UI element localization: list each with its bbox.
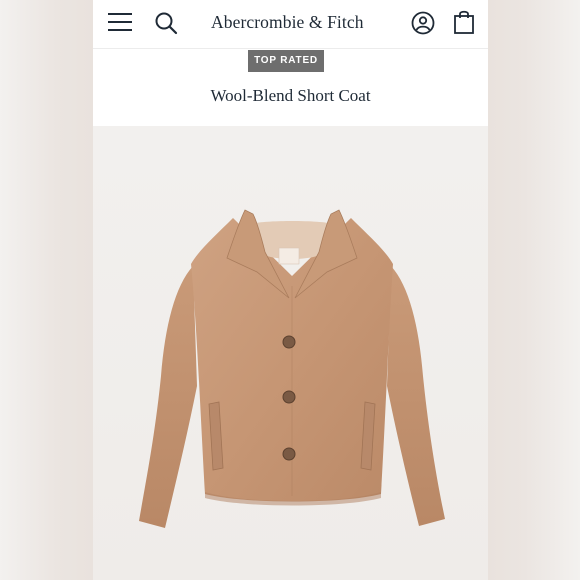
product-title: Wool-Blend Short Coat	[210, 86, 371, 105]
account-icon[interactable]	[411, 11, 435, 35]
search-icon[interactable]	[154, 11, 178, 35]
left-background	[0, 0, 93, 580]
top-rated-badge: TOP RATED	[248, 50, 324, 72]
brand-logo[interactable]: Abercrombie & Fitch	[211, 12, 391, 33]
menu-icon[interactable]	[108, 12, 132, 32]
shopping-bag-icon[interactable]	[453, 9, 475, 35]
coat-illustration	[139, 209, 445, 528]
product-image[interactable]	[93, 126, 488, 580]
product-page: Abercrombie & Fitch TOP RATED Wool-Blend…	[93, 0, 488, 580]
site-header: Abercrombie & Fitch	[93, 0, 488, 49]
right-background	[488, 0, 580, 580]
